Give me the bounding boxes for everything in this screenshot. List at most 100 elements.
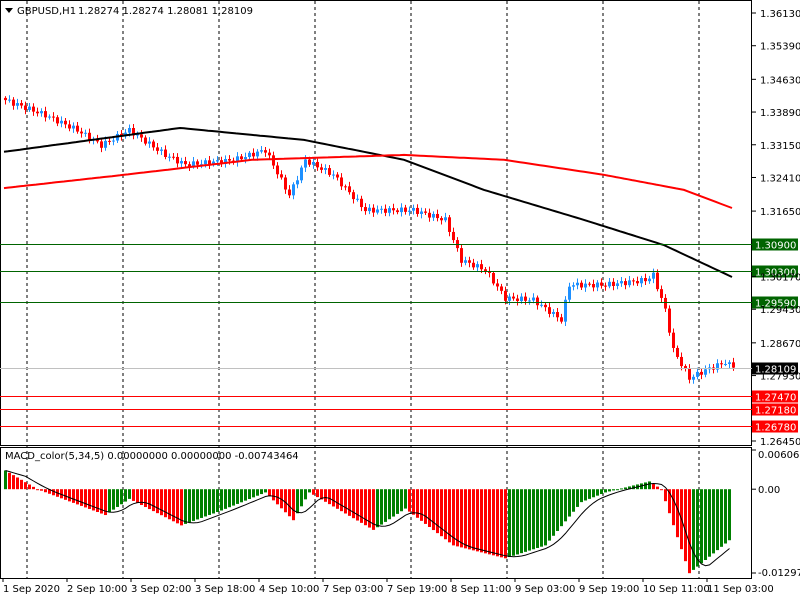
macd-bar — [252, 489, 255, 498]
price-tick-label: 1.31650 — [760, 207, 800, 218]
macd-bar — [692, 489, 695, 570]
macd-bar — [600, 489, 603, 495]
candle-body — [672, 332, 675, 348]
candle-body — [140, 134, 143, 138]
candle-body — [76, 125, 79, 132]
candle-body — [72, 125, 75, 129]
macd-bar — [540, 489, 543, 547]
candle-body — [724, 363, 727, 365]
candle-body — [108, 140, 111, 142]
macd-bar — [616, 489, 619, 491]
candle-body — [412, 207, 415, 211]
candle-body — [584, 283, 587, 288]
candle-body — [384, 208, 387, 213]
macd-bar — [404, 489, 407, 509]
macd-bar — [728, 489, 731, 541]
macd-bar — [68, 489, 71, 502]
candle-body — [460, 248, 463, 263]
ohlc-values: 1.28274 1.28274 1.28081 1.28109 — [78, 6, 253, 17]
candle-body — [36, 111, 39, 114]
time-label: 9 Sep 19:00 — [579, 584, 639, 595]
macd-bar — [228, 489, 231, 508]
dropdown-triangle-icon[interactable] — [5, 8, 13, 13]
macd-bar — [564, 489, 567, 522]
candle-body — [676, 347, 679, 357]
macd-bar — [408, 489, 411, 512]
macd-bar — [184, 489, 187, 524]
candle-body — [296, 180, 299, 185]
candle-body — [280, 174, 283, 178]
macd-bar — [188, 489, 191, 523]
candle-body — [720, 363, 723, 365]
candle-body — [492, 272, 495, 284]
macd-bar — [24, 482, 27, 490]
time-label: 8 Sep 11:00 — [451, 584, 511, 595]
macd-label: MACD_color(5,34,5) 0.00000000 0.00000000… — [5, 451, 299, 462]
candle-body — [668, 308, 671, 333]
candle-body — [172, 156, 175, 158]
candle-body — [244, 157, 247, 160]
candle-body — [4, 97, 7, 101]
candle-body — [432, 213, 435, 218]
macd-bar — [524, 489, 527, 552]
candle-body — [480, 264, 483, 270]
macd-bar — [536, 489, 539, 548]
level-label: 1.27180 — [755, 406, 796, 417]
candle-body — [588, 283, 591, 285]
candle-body — [436, 213, 439, 219]
time-label: 7 Sep 19:00 — [387, 584, 447, 595]
candle-body — [516, 298, 519, 302]
price-chart[interactable]: 1.309001.303001.295901.274701.271801.267… — [0, 0, 800, 600]
macd-bar — [608, 489, 611, 492]
macd-bar — [684, 489, 687, 562]
candle-body — [184, 161, 187, 165]
macd-bar — [80, 489, 83, 506]
candle-body — [396, 210, 399, 213]
candle-body — [304, 159, 307, 168]
macd-bar — [396, 489, 399, 514]
macd-bar — [556, 489, 559, 531]
macd-bar — [456, 489, 459, 547]
candle-body — [380, 208, 383, 210]
candle-body — [560, 317, 563, 322]
candle-body — [556, 312, 559, 318]
macd-bar — [648, 481, 651, 490]
candle-body — [196, 161, 199, 165]
candle-body — [12, 99, 15, 106]
macd-bar — [672, 489, 675, 526]
price-tick-label: 1.32410 — [760, 173, 800, 184]
candle-body — [592, 284, 595, 288]
macd-bar — [128, 489, 131, 499]
candle-body — [700, 371, 703, 375]
candle-body — [112, 140, 115, 142]
macd-bar — [716, 489, 719, 551]
macd-bar — [392, 489, 395, 517]
macd-bar — [316, 489, 319, 498]
macd-bar — [12, 475, 15, 490]
candle-body — [368, 207, 371, 212]
macd-bar — [84, 489, 87, 508]
macd-bar — [528, 489, 531, 551]
macd-bar — [288, 489, 291, 517]
candle-body — [324, 168, 327, 170]
candle-body — [660, 289, 663, 298]
price-tick-label: 1.33890 — [760, 108, 800, 119]
macd-bar — [476, 489, 479, 552]
macd-bar — [504, 489, 507, 559]
candle-body — [48, 116, 51, 118]
macd-bar — [472, 489, 475, 551]
candle-body — [348, 186, 351, 193]
candle-body — [32, 106, 35, 112]
macd-bar — [412, 489, 415, 515]
macd-bar — [132, 489, 135, 501]
candle-body — [532, 297, 535, 301]
macd-bar — [20, 479, 23, 490]
candle-body — [420, 211, 423, 214]
candle-body — [268, 152, 271, 156]
candle-body — [416, 207, 419, 214]
level-label: 1.26780 — [755, 423, 796, 434]
macd-bar — [196, 489, 199, 520]
candle-body — [552, 312, 555, 314]
macd-bar — [560, 489, 563, 527]
macd-bar — [216, 489, 219, 512]
